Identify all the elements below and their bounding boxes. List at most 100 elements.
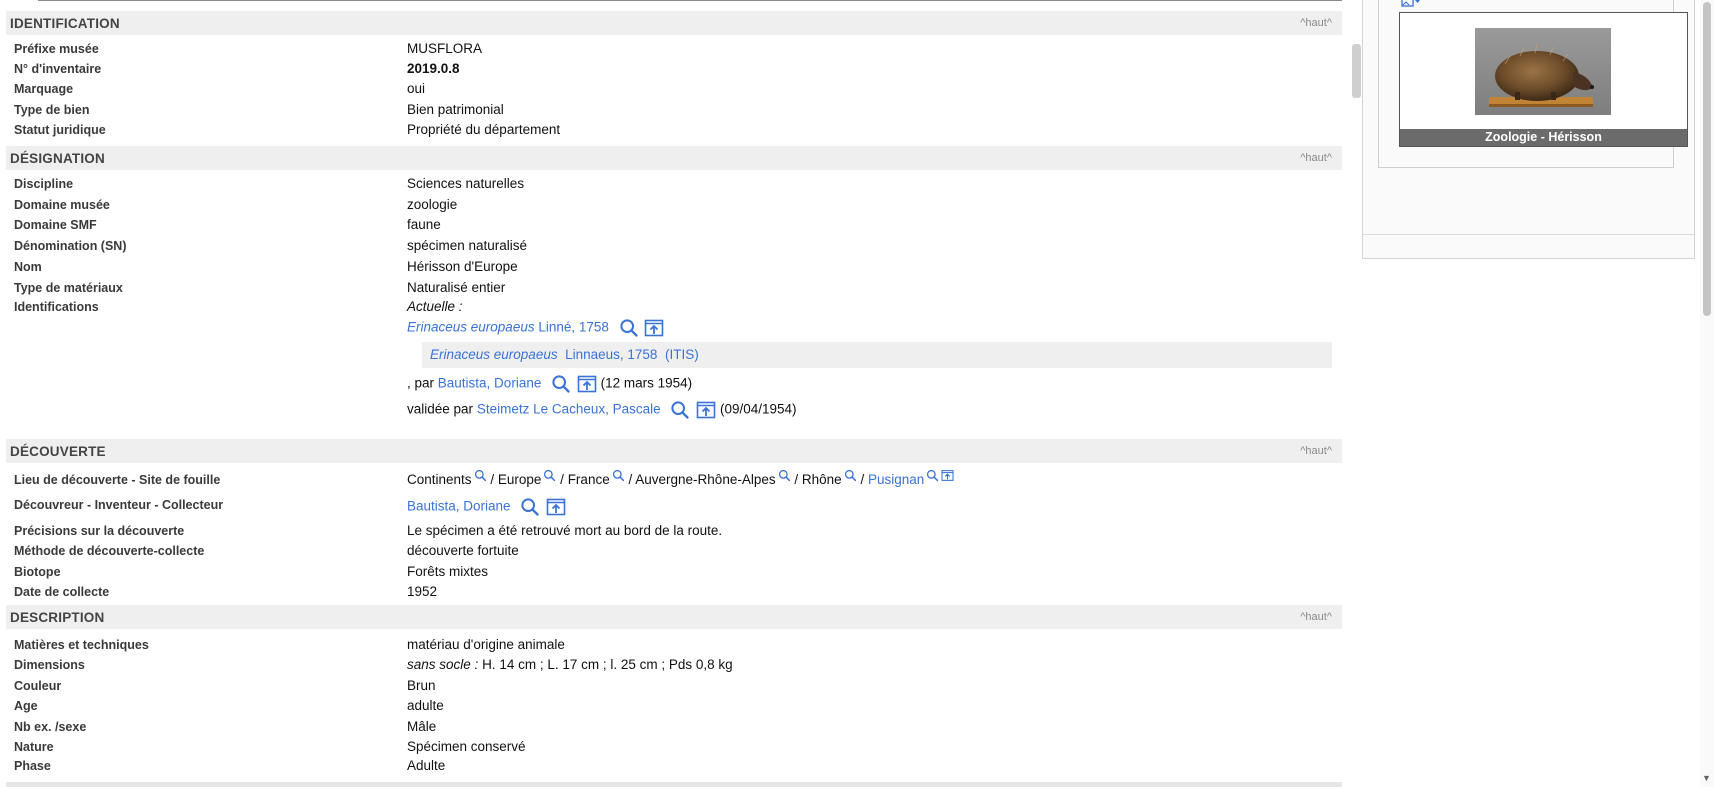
search-icon[interactable] <box>619 318 639 338</box>
par-prefix: , par <box>407 375 435 391</box>
field-label: Dénomination (SN) <box>14 239 127 253</box>
search-icon[interactable] <box>612 469 625 482</box>
field-label: Discipline <box>14 177 74 191</box>
scrollbar-thumb[interactable] <box>1703 2 1711 316</box>
search-icon[interactable] <box>551 374 571 394</box>
search-icon[interactable] <box>778 469 791 482</box>
open-record-icon[interactable] <box>644 318 664 338</box>
field-value: adulte <box>407 698 444 713</box>
search-icon[interactable] <box>844 469 857 482</box>
field-value: Bien patrimonial <box>407 102 504 117</box>
record-detail: IDENTIFICATION ^haut^ Préfixe musée MUSF… <box>6 0 1342 787</box>
location-continents: Continents <box>407 472 472 487</box>
field-matieres-techniques: Matières et techniques matériau d'origin… <box>6 636 1342 656</box>
itis-reference-link[interactable]: Erinaceus europaeus Linnaeus, 1758 (ITIS… <box>430 347 699 362</box>
search-icon[interactable] <box>670 400 690 420</box>
field-value: 1952 <box>407 584 438 599</box>
field-domaine-smf: Domaine SMF faune <box>6 216 1342 236</box>
field-value: Forêts mixtes <box>407 564 489 579</box>
field-nature: Nature Spécimen conservé <box>6 738 1342 758</box>
scroll-down-arrow[interactable]: ▼ <box>1702 773 1711 783</box>
itis-author: Linnaeus, 1758 <box>565 347 658 362</box>
search-icon[interactable] <box>926 469 939 482</box>
field-value: Sciences naturelles <box>407 176 525 191</box>
identification-validee-line: validée par Steimetz Le Cacheux, Pascale… <box>6 399 1342 419</box>
hedgehog-photo[interactable] <box>1475 28 1611 115</box>
dimensions-qualifier: sans socle : <box>407 657 479 672</box>
validee-prefix: validée par <box>407 401 474 417</box>
itis-source: (ITIS) <box>664 347 699 362</box>
discoverer-person-link[interactable]: Bautista, Doriane <box>407 499 511 514</box>
field-type-materiaux: Type de matériaux Naturalisé entier <box>6 279 1342 299</box>
field-label: Domaine musée <box>14 198 110 212</box>
open-record-icon[interactable] <box>577 374 597 394</box>
identification-status: Actuelle : <box>407 299 463 314</box>
taxon-author-link[interactable]: Linné, 1758 <box>538 320 609 335</box>
field-biotope: Biotope Forêts mixtes <box>6 563 1342 583</box>
field-label: Phase <box>14 759 51 773</box>
field-value: Spécimen conservé <box>407 739 526 754</box>
location-department: Rhône <box>801 472 842 487</box>
top-divider <box>38 0 1342 1</box>
open-record-icon[interactable] <box>546 497 566 517</box>
field-prefixe-musee: Préfixe musée MUSFLORA <box>6 40 1342 60</box>
field-label: Age <box>14 699 38 713</box>
back-to-top-link[interactable]: ^haut^ <box>1300 611 1332 623</box>
media-thumbnail-card[interactable]: Zoologie - Hérisson <box>1399 12 1688 147</box>
location-separator: / <box>628 472 633 487</box>
field-phase: Phase Adulte <box>6 757 1342 777</box>
field-value: matériau d'origine animale <box>407 637 565 652</box>
open-record-icon[interactable] <box>696 400 716 420</box>
media-gallery: Zoologie - Hérisson <box>1378 0 1688 168</box>
field-label: Marquage <box>14 82 74 96</box>
vertical-scrollbar[interactable]: ▼ <box>1700 0 1714 787</box>
field-value: MUSFLORA <box>407 41 483 56</box>
field-label: Dimensions <box>14 658 85 672</box>
field-value: zoologie <box>407 197 458 212</box>
search-icon[interactable] <box>543 469 556 482</box>
field-label: Nb ex. /sexe <box>14 720 87 734</box>
media-panel: Zoologie - Hérisson <box>1362 0 1695 260</box>
field-label: N° d'inventaire <box>14 62 102 76</box>
field-value: Hérisson d'Europe <box>407 259 518 274</box>
identifier-person-link[interactable]: Bautista, Doriane <box>438 376 542 391</box>
location-separator: / <box>560 472 564 487</box>
field-value: Le spécimen a été retrouvé mort au bord … <box>407 523 723 538</box>
location-breadcrumb: Continents / Europe / France / Auvergne-… <box>407 472 954 487</box>
image-gallery-icon[interactable] <box>1401 0 1423 9</box>
search-icon[interactable] <box>520 497 540 517</box>
field-statut-juridique: Statut juridique Propriété du départemen… <box>6 121 1342 141</box>
validator-person-link[interactable]: Steimetz Le Cacheux, Pascale <box>477 402 661 417</box>
open-record-icon[interactable] <box>941 469 954 482</box>
back-to-top-link[interactable]: ^haut^ <box>1300 17 1332 29</box>
field-value: Mâle <box>407 719 437 734</box>
section-footer-strip <box>6 782 1342 787</box>
validator-value: validée par Steimetz Le Cacheux, Pascale… <box>407 400 797 420</box>
field-label: Précisions sur la découverte <box>14 524 185 538</box>
field-value: faune <box>407 217 441 232</box>
field-label: Nature <box>14 740 54 754</box>
field-marquage: Marquage oui <box>6 80 1342 100</box>
location-separator: / <box>794 472 799 487</box>
back-to-top-link[interactable]: ^haut^ <box>1300 445 1332 457</box>
location-separator: / <box>490 472 495 487</box>
identifier-value: , par Bautista, Doriane (12 mars 1954) <box>407 374 692 394</box>
field-precisions-decouverte: Précisions sur la découverte Le spécimen… <box>6 522 1342 542</box>
field-date-collecte: Date de collecte 1952 <box>6 583 1342 603</box>
field-methode-decouverte: Méthode de découverte-collecte découvert… <box>6 542 1342 562</box>
search-icon[interactable] <box>474 469 487 482</box>
location-separator: / <box>860 472 865 487</box>
itis-reference-box: Erinaceus europaeus Linnaeus, 1758 (ITIS… <box>422 342 1332 368</box>
field-type-de-bien: Type de bien Bien patrimonial <box>6 101 1342 121</box>
field-value: oui <box>407 81 426 96</box>
field-couleur: Couleur Brun <box>6 677 1342 697</box>
field-label: Statut juridique <box>14 123 106 137</box>
field-label: Matières et techniques <box>14 638 149 652</box>
panel-collapse-handle[interactable] <box>1352 44 1361 98</box>
field-denomination: Dénomination (SN) spécimen naturalisé <box>6 237 1342 257</box>
back-to-top-link[interactable]: ^haut^ <box>1300 152 1332 164</box>
location-commune-link[interactable]: Pusignan <box>868 472 924 487</box>
field-label: Identifications <box>14 300 99 314</box>
field-label: Couleur <box>14 679 62 693</box>
taxon-name-link[interactable]: Erinaceus europaeus <box>407 320 535 335</box>
